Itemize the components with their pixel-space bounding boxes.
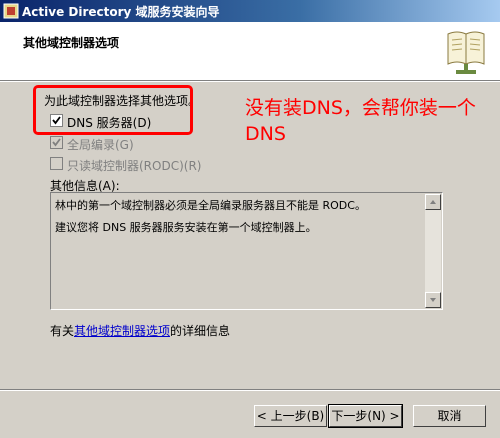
global-catalog-label: 全局编录(G) <box>67 138 134 152</box>
more-info-prefix: 有关 <box>50 324 75 338</box>
more-info-text: 有关其他域控制器选项的详细信息 <box>50 322 230 339</box>
directory-book-icon <box>444 28 488 76</box>
scroll-down-arrow-icon <box>430 298 436 302</box>
back-button[interactable]: < 上一步(B) <box>254 405 327 427</box>
rodc-checkbox <box>50 157 63 170</box>
active-directory-icon <box>3 3 19 19</box>
footer-divider-highlight <box>0 390 500 391</box>
header-divider <box>0 81 500 82</box>
page-title: 其他域控制器选项 <box>23 36 120 50</box>
additional-info-textbox[interactable]: 林中的第一个域控制器必须是全局编录服务器且不能是 RODC。 建议您将 DNS … <box>50 192 443 310</box>
scroll-down-button[interactable] <box>425 292 441 308</box>
annotation-highlight-box <box>33 85 193 135</box>
title-bar[interactable]: Active Directory 域服务安装向导 <box>0 0 500 22</box>
rodc-label: 只读域控制器(RODC)(R) <box>67 159 202 173</box>
scroll-up-button[interactable] <box>425 194 441 210</box>
annotation-note: 没有装DNS，会帮你装一个DNS <box>245 97 476 145</box>
info-line-2: 建议您将 DNS 服务器服务安装在第一个域控制器上。 <box>55 221 317 234</box>
more-info-suffix: 的详细信息 <box>170 324 231 338</box>
global-catalog-checkbox <box>50 136 63 149</box>
vertical-scrollbar[interactable] <box>425 194 441 308</box>
wizard-header: 其他域控制器选项 <box>0 22 500 81</box>
window-title: Active Directory 域服务安装向导 <box>22 5 220 19</box>
more-info-link[interactable]: 其他域控制器选项 <box>74 324 170 338</box>
cancel-button[interactable]: 取消 <box>413 405 486 427</box>
next-button[interactable]: 下一步(N) > <box>328 404 403 428</box>
scroll-up-arrow-icon <box>430 200 436 204</box>
info-line-1: 林中的第一个域控制器必须是全局编录服务器且不能是 RODC。 <box>55 199 366 212</box>
